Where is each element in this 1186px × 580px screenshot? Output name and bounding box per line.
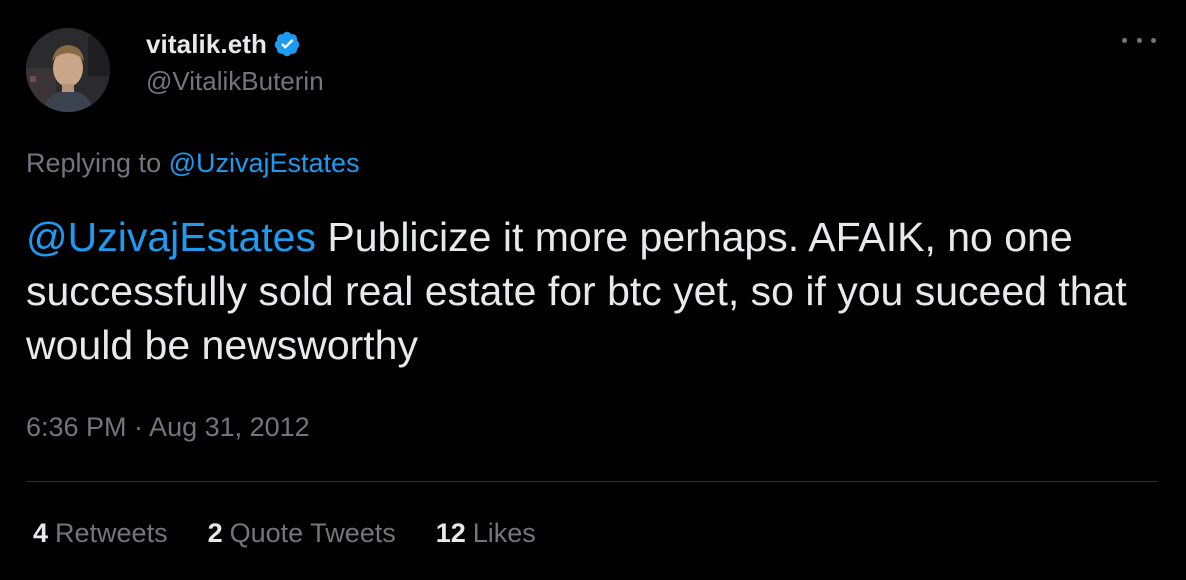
likes-stat[interactable]: 12 Likes	[436, 518, 536, 549]
dot	[1122, 37, 1127, 43]
divider	[26, 481, 1158, 482]
author-display-name[interactable]: vitalik.eth	[146, 29, 267, 60]
tweet-stats: 4 Retweets 2 Quote Tweets 12 Likes	[33, 518, 576, 549]
tweet-body: @UzivajEstates Publicize it more perhaps…	[26, 210, 1160, 372]
quote-tweets-count: 2	[207, 518, 223, 548]
more-options-icon[interactable]	[1122, 28, 1156, 52]
dot	[1136, 37, 1142, 43]
tweet-timestamp[interactable]: 6:36 PM · Aug 31, 2012	[26, 412, 310, 443]
quote-tweets-label: Quote Tweets	[229, 518, 396, 548]
retweets-label: Retweets	[55, 518, 168, 548]
avatar-image	[26, 28, 110, 112]
replying-to-link[interactable]: @UzivajEstates	[169, 148, 360, 178]
replying-to: Replying to @UzivajEstates	[26, 148, 360, 179]
author-name-row: vitalik.eth	[146, 26, 301, 62]
author-handle[interactable]: @VitalikButerin	[146, 66, 324, 97]
tweet-mention-link[interactable]: @UzivajEstates	[26, 214, 316, 260]
verified-badge-icon	[273, 30, 301, 58]
likes-count: 12	[435, 518, 466, 548]
avatar[interactable]	[26, 28, 110, 112]
retweets-count: 4	[33, 518, 49, 548]
quote-tweets-stat[interactable]: 2 Quote Tweets	[208, 518, 396, 549]
likes-label: Likes	[472, 518, 536, 548]
tweet: vitalik.eth @VitalikButerin Replying to …	[0, 0, 1186, 580]
retweets-stat[interactable]: 4 Retweets	[33, 518, 168, 549]
replying-to-prefix: Replying to	[26, 148, 162, 178]
dot	[1151, 37, 1156, 43]
